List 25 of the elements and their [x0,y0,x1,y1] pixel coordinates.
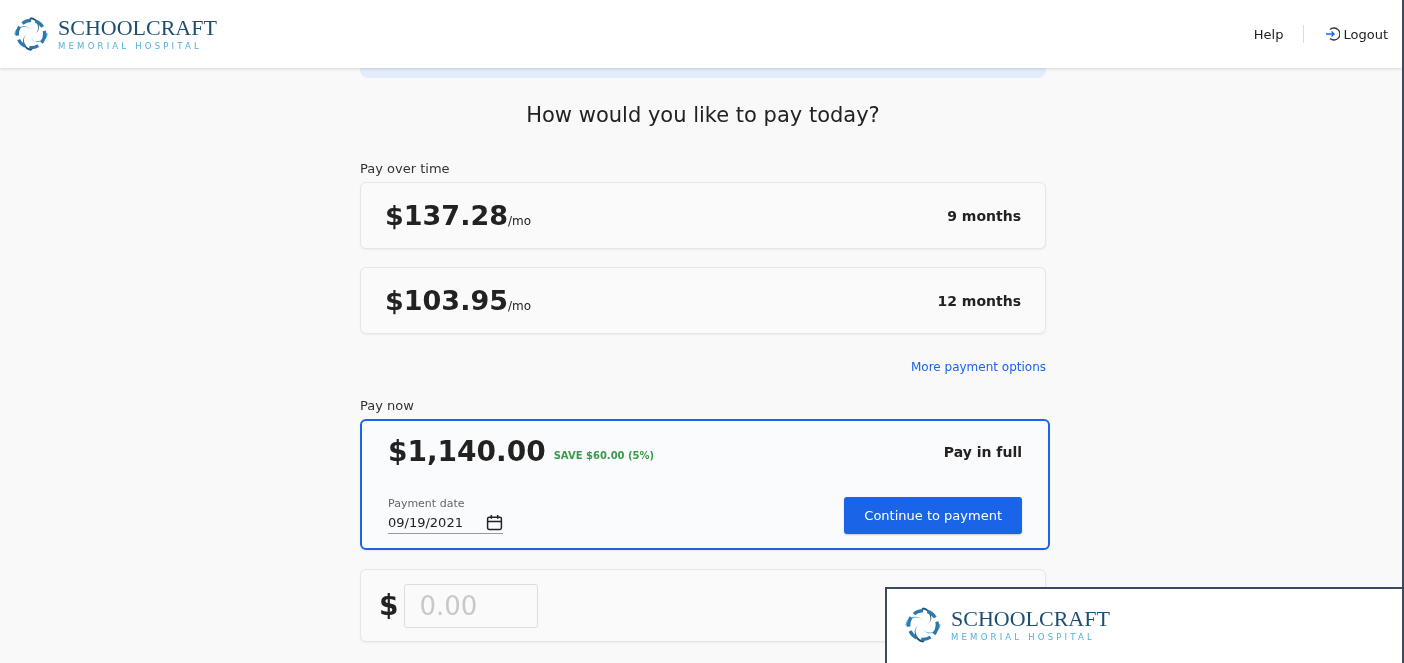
plan-option[interactable]: $137.28/mo 9 months [360,182,1046,249]
plan-amount: $137.28/mo [385,200,532,231]
plan-term: Pay in full [943,443,1022,460]
full-amount: $1,140.00 [388,435,546,468]
logo-name: SCHOOLCRAFT [951,608,1110,630]
date-field[interactable]: Payment date 09/19/2021 [388,497,503,534]
plan-term: 12 months [937,292,1021,309]
more-options-link[interactable]: More payment options [910,360,1046,374]
savings-text: SAVE $60.00 (5%) [553,450,655,461]
page-title: How would you like to pay today? [525,103,881,127]
section-label: Pay over time [360,161,451,176]
plan-term: 9 months [947,207,1021,224]
logout-link[interactable]: Logout [1324,26,1388,42]
logout-icon [1324,26,1341,42]
plan-option[interactable]: $103.95/mo 12 months [360,267,1046,334]
calendar-icon [486,514,503,531]
plan-amount: $103.95/mo [385,285,532,316]
logo-subtitle: MEMORIAL HOSPITAL [951,632,1096,642]
continue-button[interactable]: Continue to payment [844,497,1022,534]
logo-name: SCHOOLCRAFT [58,17,217,39]
currency-symbol: $ [379,589,399,622]
help-link[interactable]: Help [1253,26,1284,42]
logo-subtitle: MEMORIAL HOSPITAL [58,41,203,51]
pay-in-full-option[interactable]: $1,140.00 SAVE $60.00 (5%) Pay in full Payment date 09/19/2021 Continue to payment [360,419,1050,550]
section-label: Pay now [360,398,415,413]
